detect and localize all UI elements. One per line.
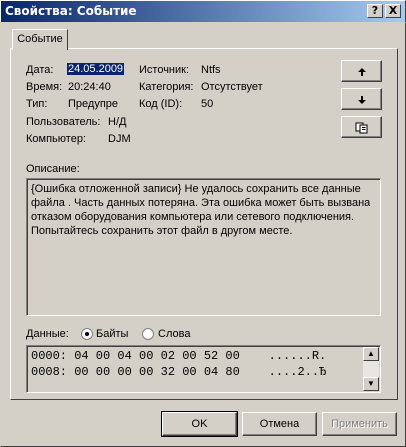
- hex-line-2: 0008: 00 00 00 00 32 00 04 80 ....2..Ђ: [31, 365, 327, 379]
- bytes-radio[interactable]: [81, 328, 93, 340]
- date-label: Дата:: [26, 64, 54, 76]
- computer-label: Компьютер:: [26, 133, 86, 145]
- down-arrow-icon: [357, 95, 366, 104]
- close-button[interactable]: X: [385, 4, 401, 18]
- help-button[interactable]: ?: [367, 4, 383, 18]
- up-arrow-icon: [357, 67, 366, 76]
- description-text[interactable]: {Ошибка отложенной записи} Не удалось со…: [26, 178, 381, 316]
- scroll-down-icon[interactable]: ▼: [363, 377, 379, 391]
- time-label: Время:: [26, 81, 63, 93]
- event-id-label: Код (ID):: [139, 98, 183, 110]
- time-value[interactable]: 20:24:40: [68, 81, 111, 93]
- words-radio-label[interactable]: Слова: [158, 328, 190, 340]
- event-id-value[interactable]: 50: [201, 98, 213, 110]
- description-label: Описание:: [26, 163, 80, 175]
- ok-button[interactable]: OK: [161, 411, 238, 437]
- type-label: Тип:: [26, 98, 48, 110]
- title-bar: Свойства: Событие ? X: [0, 0, 406, 22]
- copy-icon: [355, 122, 367, 134]
- source-label: Источник:: [139, 64, 190, 76]
- words-radio[interactable]: [142, 328, 154, 340]
- category-label: Категория:: [139, 81, 194, 93]
- data-label: Данные:: [26, 328, 69, 340]
- copy-button[interactable]: [341, 116, 382, 138]
- tab-event[interactable]: Событие: [12, 29, 68, 50]
- type-value[interactable]: Предупре: [68, 98, 118, 110]
- hex-line-1: 0000: 04 00 04 00 02 00 52 00 ......R.: [31, 349, 327, 363]
- window-title: Свойства: Событие: [5, 4, 137, 18]
- scroll-up-icon[interactable]: ▲: [363, 347, 379, 361]
- computer-value[interactable]: DJM: [108, 133, 131, 145]
- bytes-radio-label[interactable]: Байты: [96, 328, 128, 340]
- user-label: Пользователь:: [26, 116, 101, 128]
- data-scrollbar[interactable]: ▲ ▼: [363, 347, 379, 391]
- data-hex-box[interactable]: 0000: 04 00 04 00 02 00 52 00 ......R. 0…: [26, 345, 381, 393]
- apply-button[interactable]: Применить: [322, 412, 397, 436]
- source-value[interactable]: Ntfs: [201, 64, 221, 76]
- next-event-button[interactable]: [341, 88, 382, 110]
- previous-event-button[interactable]: [341, 60, 382, 82]
- user-value[interactable]: Н/Д: [108, 116, 126, 128]
- category-value[interactable]: Отсутствует: [201, 81, 263, 93]
- date-value[interactable]: 24.05.2009: [67, 63, 125, 75]
- cancel-button[interactable]: Отмена: [242, 412, 317, 436]
